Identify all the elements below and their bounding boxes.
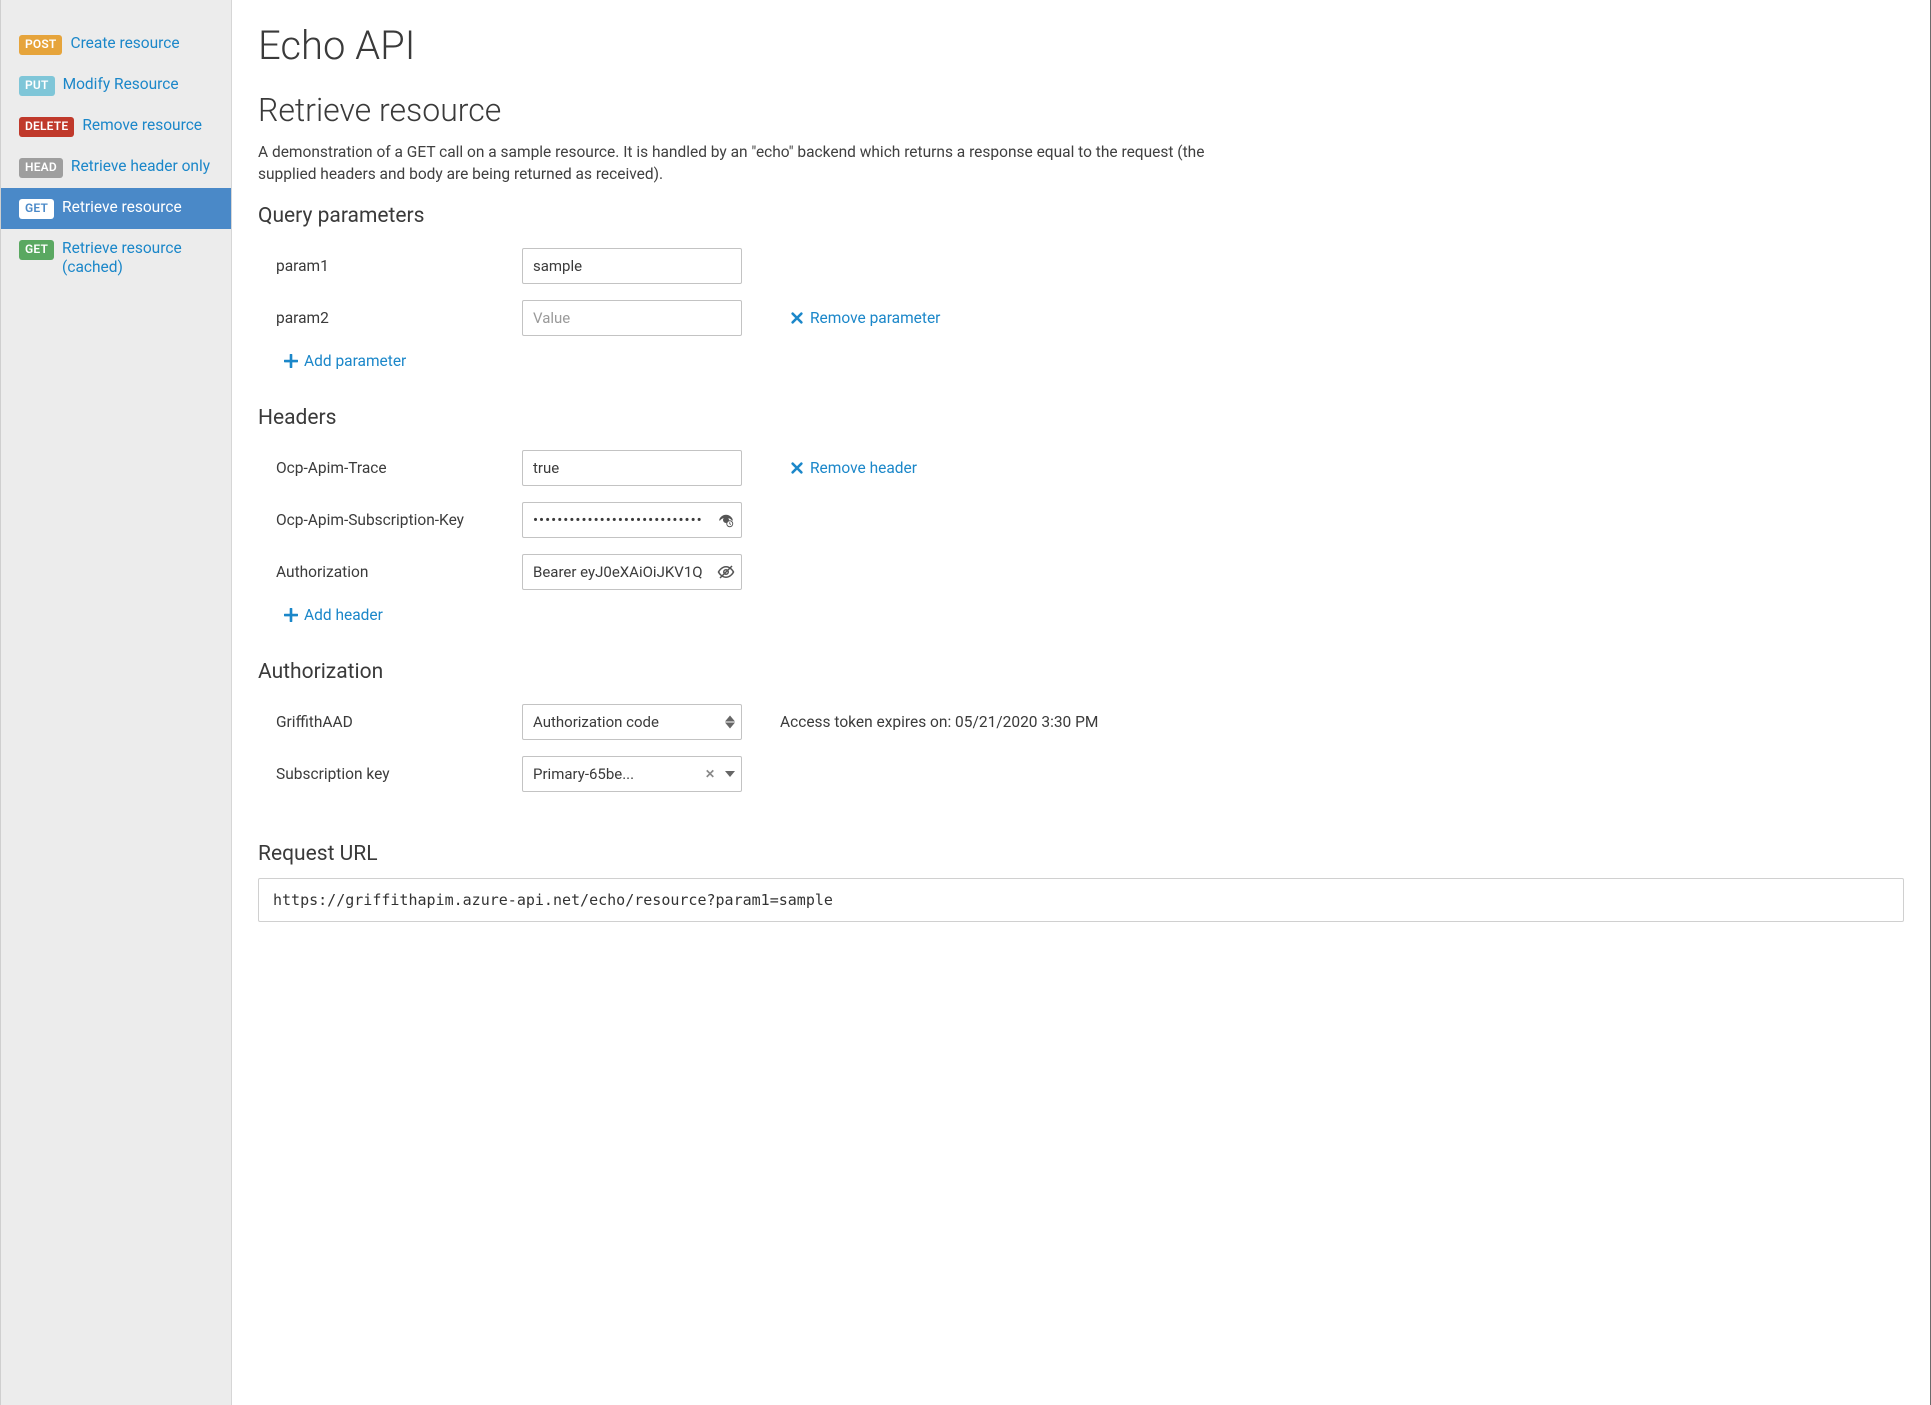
header-value-input[interactable] [522,450,742,486]
section-url-title: Request URL [258,842,1904,866]
query-param-input[interactable] [522,300,742,336]
sidebar-item-modify[interactable]: PUT Modify Resource [1,65,231,106]
sidebar-item-label: Create resource [70,34,179,53]
section-auth-title: Authorization [258,660,1904,684]
sidebar-item-head[interactable]: HEAD Retrieve header only [1,147,231,188]
auth-server-row: GriffithAAD Authorization code Access to… [258,696,1904,748]
method-badge-put: PUT [19,76,55,96]
api-title: Echo API [258,22,1904,69]
section-query-title: Query parameters [258,204,1904,228]
sidebar-item-label: Retrieve resource [62,198,182,217]
sidebar-item-create[interactable]: POST Create resource [1,24,231,65]
eye-icon[interactable] [716,562,736,582]
operations-sidebar: POST Create resource PUT Modify Resource… [0,0,232,1405]
operation-panel: Echo API Retrieve resource A demonstrati… [232,0,1931,1405]
chevron-down-icon [725,771,735,777]
sidebar-item-retrieve[interactable]: GET Retrieve resource [1,188,231,229]
add-header-label: Add header [304,606,383,624]
subscription-key-value: Primary-65be... [533,765,634,783]
header-row: Authorization [258,546,1904,598]
method-badge-get: GET [19,199,54,219]
token-expiry-text: Access token expires on: 05/21/2020 3:30… [780,713,1098,731]
header-name: Ocp-Apim-Trace [276,459,508,477]
add-header-button[interactable]: Add header [266,598,383,632]
query-param-row: param2 Remove parameter [258,292,1904,344]
chevron-updown-icon [725,715,735,728]
operation-title: Retrieve resource [258,91,1904,129]
reveal-secret-icon[interactable] [716,510,736,530]
auth-grant-select[interactable]: Authorization code [522,704,742,740]
subscription-key-label: Subscription key [276,765,508,783]
header-name: Authorization [276,563,508,581]
header-value-input[interactable] [522,554,742,590]
subscription-key-row: Subscription key Primary-65be... ✕ [258,748,1904,800]
method-badge-head: HEAD [19,158,63,178]
sidebar-item-label: Modify Resource [63,75,179,94]
subscription-key-select[interactable]: Primary-65be... ✕ [522,756,742,792]
remove-header-button[interactable]: Remove header [790,459,917,477]
request-url-box[interactable]: https://griffithapim.azure-api.net/echo/… [258,878,1904,922]
header-row: Ocp-Apim-Trace Remove header [258,442,1904,494]
close-icon [790,461,804,475]
close-icon [790,311,804,325]
method-badge-post: POST [19,35,62,55]
query-param-input[interactable] [522,248,742,284]
plus-icon [284,608,298,622]
query-param-name: param2 [276,309,508,327]
auth-grant-value: Authorization code [533,713,659,731]
auth-server-label: GriffithAAD [276,713,508,731]
method-badge-get: GET [19,240,54,260]
header-value-input[interactable] [522,502,742,538]
sidebar-item-remove[interactable]: DELETE Remove resource [1,106,231,147]
clear-icon[interactable]: ✕ [705,767,715,781]
query-param-row: param1 [258,240,1904,292]
query-param-name: param1 [276,257,508,275]
section-headers-title: Headers [258,406,1904,430]
method-badge-delete: DELETE [19,117,74,137]
sidebar-item-label: Remove resource [82,116,202,135]
header-row: Ocp-Apim-Subscription-Key [258,494,1904,546]
remove-header-label: Remove header [810,459,917,477]
sidebar-item-label: Retrieve resource (cached) [62,239,213,278]
sidebar-item-label: Retrieve header only [71,157,210,176]
remove-parameter-button[interactable]: Remove parameter [790,309,940,327]
add-parameter-button[interactable]: Add parameter [266,344,406,378]
plus-icon [284,354,298,368]
header-name: Ocp-Apim-Subscription-Key [276,511,508,529]
operation-description: A demonstration of a GET call on a sampl… [258,141,1258,186]
sidebar-item-retrieve-cached[interactable]: GET Retrieve resource (cached) [1,229,231,288]
add-parameter-label: Add parameter [304,352,406,370]
remove-parameter-label: Remove parameter [810,309,940,327]
